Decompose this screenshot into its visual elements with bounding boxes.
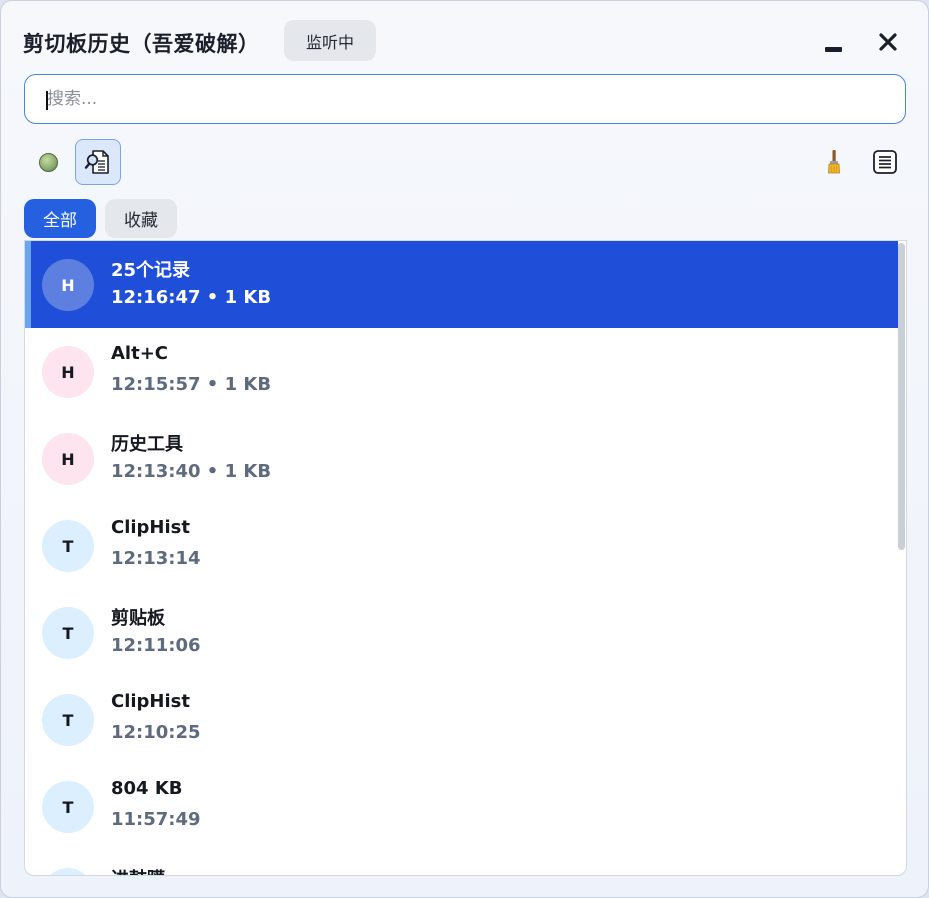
item-title: ClipHist [111, 517, 190, 538]
status-dot-icon [38, 152, 58, 172]
list-view-button[interactable] [862, 139, 908, 185]
search-box [24, 74, 906, 124]
item-meta: 12:13:14 [111, 548, 201, 569]
monitoring-status-button[interactable]: 监听中 [284, 20, 376, 61]
preview-search-icon [84, 150, 109, 174]
tab-all[interactable]: 全部 [24, 199, 96, 238]
brush-clean-icon [828, 150, 840, 174]
clean-history-button[interactable] [811, 139, 857, 185]
list-item[interactable]: T ClipHist 12:13:14 [25, 502, 898, 589]
clipboard-history-window: 剪切板历史（吾爱破解） 监听中 搜索... 全部 收藏 H 25个记录 12:1… [0, 0, 929, 898]
item-title: 804 KB [111, 778, 183, 799]
item-title: 25个记录 [111, 260, 191, 281]
list-item[interactable]: T 804 KB 11:57:49 [25, 763, 898, 850]
avatar: T [42, 607, 94, 659]
list-view-icon [873, 150, 897, 174]
avatar: T [42, 694, 94, 746]
preview-search-button[interactable] [75, 139, 121, 185]
item-meta: 12:15:57 • 1 KB [111, 374, 272, 395]
list-item[interactable]: H Alt+C 12:15:57 • 1 KB [25, 328, 898, 415]
list-scrollbar[interactable] [897, 241, 906, 875]
close-icon [879, 33, 897, 51]
text-caret [46, 91, 48, 110]
item-meta: 12:10:25 [111, 722, 201, 743]
list-item[interactable]: H 25个记录 12:16:47 • 1 KB [25, 241, 898, 328]
item-title: 剪贴板 [111, 608, 165, 629]
item-title: ClipHist [111, 691, 190, 712]
status-toggle-button[interactable] [25, 139, 71, 185]
clipboard-list[interactable]: H 25个记录 12:16:47 • 1 KB H Alt+C 12:15:57… [24, 240, 907, 876]
avatar: T [42, 520, 94, 572]
search-input[interactable] [25, 75, 905, 123]
item-title: 进鼓躏 [111, 865, 165, 875]
avatar: H [42, 346, 94, 398]
minimize-icon [824, 46, 842, 52]
list-item[interactable]: T ClipHist 12:10:25 [25, 676, 898, 763]
item-meta: 12:16:47 • 1 KB [111, 287, 272, 308]
list-item[interactable]: H 历史工具 12:13:40 • 1 KB [25, 415, 898, 502]
avatar: T [42, 781, 94, 833]
minimize-button[interactable] [818, 27, 848, 57]
avatar: H [42, 433, 94, 485]
avatar: H [42, 259, 94, 311]
avatar: T [42, 868, 94, 875]
scrollbar-thumb[interactable] [898, 243, 905, 550]
app-title: 剪切板历史（吾爱破解） [23, 32, 260, 56]
list-item[interactable]: T 剪贴板 12:11:06 [25, 589, 898, 676]
tab-favorites[interactable]: 收藏 [105, 199, 177, 238]
item-meta: 11:57:49 [111, 809, 201, 830]
close-button[interactable] [873, 27, 903, 57]
item-meta: 12:11:06 [111, 635, 201, 656]
list-item[interactable]: T 进鼓躏 [25, 850, 898, 875]
item-title: 历史工具 [111, 434, 183, 455]
item-meta: 12:13:40 • 1 KB [111, 461, 272, 482]
item-title: Alt+C [111, 343, 168, 364]
